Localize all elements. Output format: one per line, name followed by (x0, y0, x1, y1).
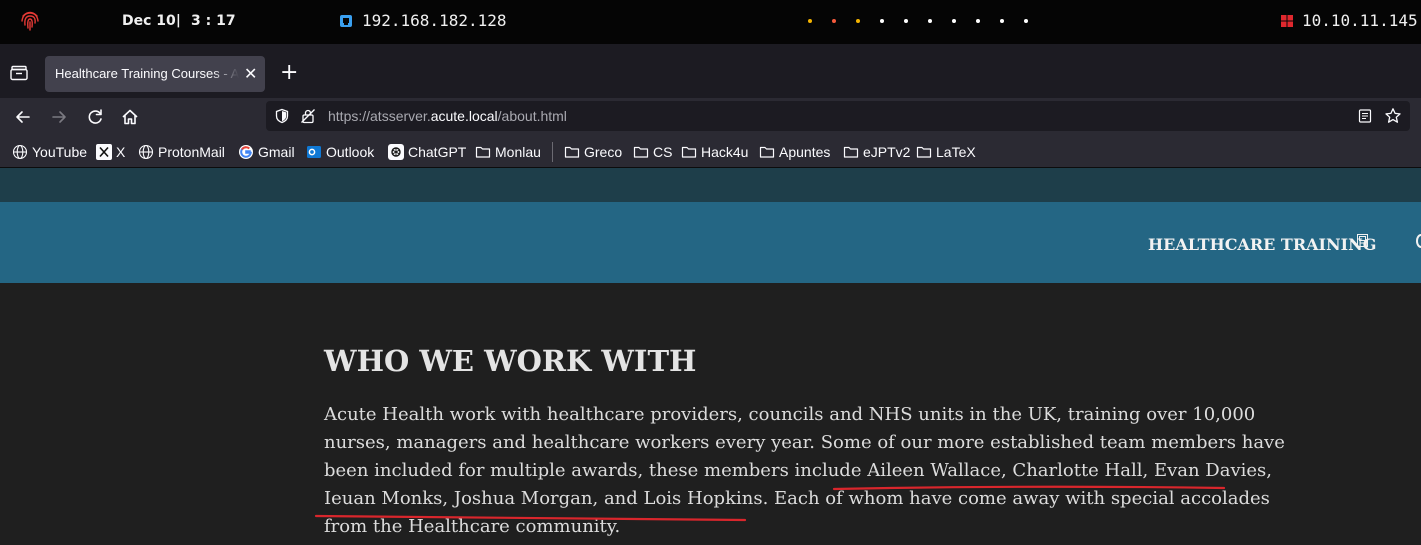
bookmark-label: Greco (584, 144, 623, 160)
globe-icon (12, 144, 28, 160)
bookmark-label: Apuntes (779, 144, 831, 160)
chatgpt-icon (388, 144, 404, 160)
folder-icon (564, 144, 580, 160)
bookmark-star-icon[interactable] (1384, 107, 1402, 125)
workspace-dot[interactable] (976, 19, 980, 23)
bookmark-label: ChatGPT (408, 144, 467, 160)
workspace-dot[interactable] (832, 19, 836, 23)
paragraph-line: been included for multiple awards, these… (324, 460, 1272, 481)
bookmark-label: Outlook (326, 144, 375, 160)
url-host: acute.local (430, 108, 498, 124)
bookmark-x[interactable]: X (96, 143, 125, 161)
bookmark-label: ProtonMail (158, 144, 225, 160)
web-page: HEALTHCARE TRAINING WHO WE WORK WITH Acu… (0, 168, 1421, 545)
url-text[interactable]: https://atsserver.acute.local/about.html (328, 108, 567, 124)
folder-icon (681, 144, 697, 160)
system-top-bar: Dec 10 | 3 : 17 192.168.182.128 10.10.11… (0, 0, 1421, 44)
url-path: /about.html (497, 108, 567, 124)
system-date: Dec 10 (122, 13, 176, 29)
bookmark-apuntes[interactable]: Apuntes (759, 143, 830, 161)
folder-icon (916, 144, 932, 160)
folder-icon (633, 144, 649, 160)
folder-icon (759, 144, 775, 160)
bookmark-greco[interactable]: Greco (564, 143, 622, 161)
tracking-protection-shield-icon[interactable] (274, 108, 290, 124)
broken-image-icon (1357, 234, 1368, 247)
paragraph-line: Acute Health work with healthcare provid… (324, 404, 1256, 425)
workspace-dot[interactable] (1000, 19, 1004, 23)
bookmark-hack4u[interactable]: Hack4u (681, 143, 748, 161)
workspace-dot[interactable] (1024, 19, 1028, 23)
tab-title: Healthcare Training Courses - Acute Heal… (55, 66, 239, 81)
vpn-ip-address: 10.10.11.145 (1302, 11, 1418, 30)
workspace-dot[interactable] (928, 19, 932, 23)
bookmark-label: X (116, 144, 126, 160)
outlook-icon (306, 144, 322, 160)
globe-icon (138, 144, 154, 160)
lan-ip-address: 192.168.182.128 (362, 11, 507, 30)
address-bar[interactable]: https://atsserver.acute.local/about.html (266, 101, 1410, 131)
bookmark-label: LaTeX (936, 144, 976, 160)
bookmarks-toolbar: YouTube X ProtonMail Gmail Outlook ChatGPT Mon… (0, 136, 1421, 168)
reload-icon[interactable] (84, 106, 106, 128)
bookmark-label: CS (653, 144, 673, 160)
home-icon[interactable] (119, 106, 141, 128)
bookmark-label: Monlau (495, 144, 541, 160)
fingerprint-icon (21, 11, 39, 31)
tab-active[interactable]: Healthcare Training Courses - Acute Heal… (45, 56, 265, 92)
url-prefix: https://atsserver. (328, 108, 431, 124)
workspace-dot[interactable] (904, 19, 908, 23)
bookmark-label: YouTube (32, 144, 88, 160)
bookmark-cs[interactable]: CS (633, 143, 672, 161)
bookmark-latex[interactable]: LaTeX (916, 143, 976, 161)
workspace-dot[interactable] (952, 19, 956, 23)
network-icon (340, 15, 352, 27)
folder-icon (843, 144, 859, 160)
forward-arrow-icon[interactable] (48, 106, 70, 128)
tab-close-icon[interactable]: ✕ (244, 64, 257, 83)
date-time-separator: | (176, 13, 181, 28)
bookmark-outlook[interactable]: Outlook (306, 143, 374, 161)
windows-logo-icon (1281, 15, 1293, 27)
paragraph-line: nurses, managers and healthcare workers … (324, 432, 1285, 453)
site-top-strip (0, 168, 1421, 202)
site-header: HEALTHCARE TRAINING (0, 202, 1421, 283)
bookmark-monlau[interactable]: Monlau (475, 143, 541, 161)
new-tab-button[interactable]: + (280, 62, 298, 84)
paragraph-line: from the Healthcare community. (324, 516, 621, 537)
system-clock: 3 : 17 (191, 13, 236, 29)
site-brand-link[interactable]: HEALTHCARE TRAINING (1148, 235, 1376, 254)
google-icon (238, 144, 254, 160)
workspace-dot[interactable] (880, 19, 884, 23)
bookmarks-separator (552, 142, 553, 162)
section-heading: WHO WE WORK WITH (324, 344, 697, 378)
x-logo-icon (96, 144, 112, 160)
bookmark-chatgpt[interactable]: ChatGPT (388, 143, 466, 161)
tab-strip: Healthcare Training Courses - Acute Heal… (0, 44, 1421, 98)
folder-icon (475, 144, 491, 160)
reader-view-icon[interactable] (1358, 109, 1372, 123)
bookmark-ejptv2[interactable]: eJPTv2 (843, 143, 910, 161)
bookmark-label: Hack4u (701, 144, 749, 160)
workspace-dot[interactable] (856, 19, 860, 23)
bookmark-gmail[interactable]: Gmail (238, 143, 295, 161)
about-paragraph: Acute Health work with healthcare provid… (324, 401, 1285, 541)
navigation-toolbar: https://atsserver.acute.local/about.html (0, 98, 1421, 136)
workspace-dot[interactable] (808, 19, 812, 23)
bookmark-youtube[interactable]: YouTube (12, 143, 87, 161)
back-arrow-icon[interactable] (12, 106, 34, 128)
paragraph-line: Ieuan Monks, Joshua Morgan, and Lois Hop… (324, 488, 1270, 509)
firefox-view-icon[interactable] (10, 65, 28, 81)
insecure-lock-icon[interactable] (300, 108, 316, 124)
bookmark-protonmail[interactable]: ProtonMail (138, 143, 225, 161)
menu-toggle-icon[interactable] (1416, 234, 1421, 248)
bookmark-label: eJPTv2 (863, 144, 911, 160)
bookmark-label: Gmail (258, 144, 295, 160)
